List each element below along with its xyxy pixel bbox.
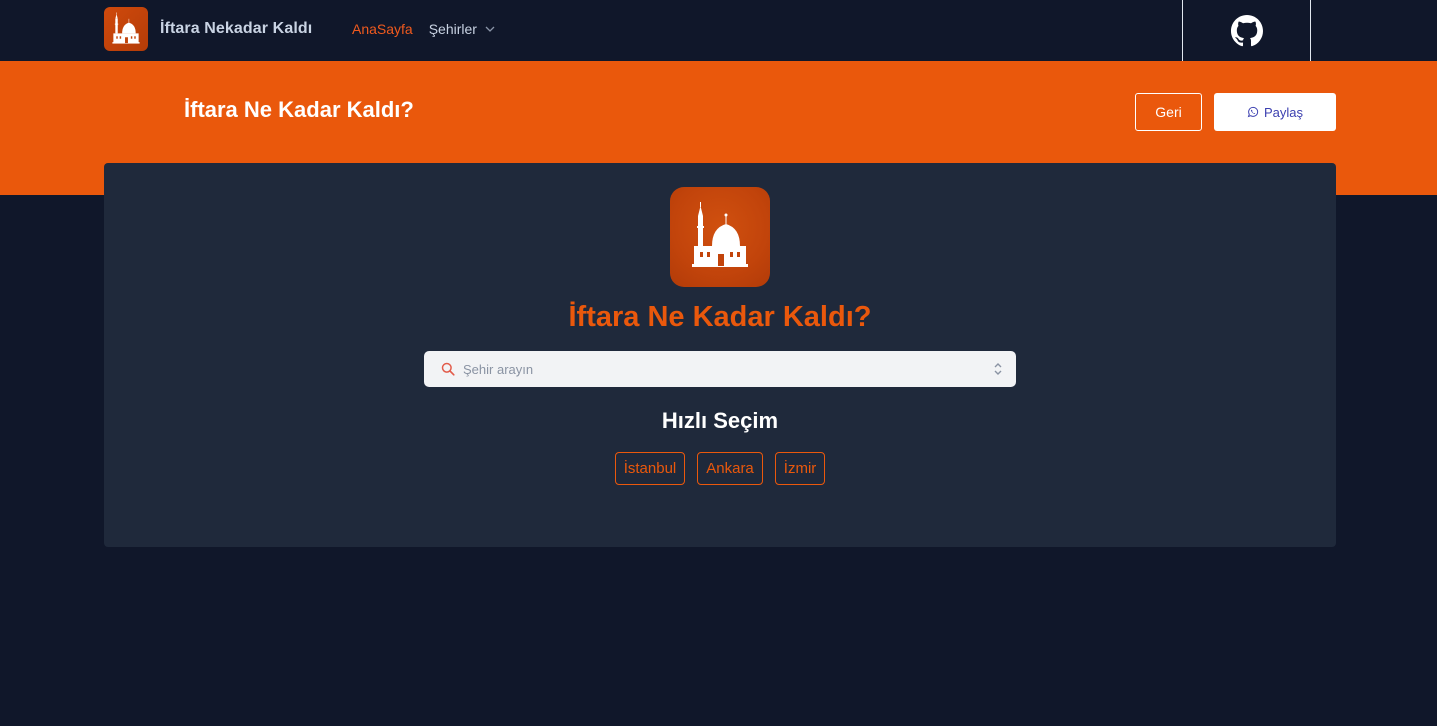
back-button[interactable]: Geri [1135, 93, 1202, 131]
nav-cities-dropdown[interactable]: Şehirler [429, 21, 495, 37]
city-chip-ankara[interactable]: Ankara [697, 452, 763, 485]
sort-arrows-icon[interactable] [993, 361, 1003, 377]
card-title: İftara Ne Kadar Kaldı? [568, 301, 872, 333]
nav-cities-label: Şehirler [428, 21, 477, 37]
city-search-input[interactable] [463, 361, 993, 377]
top-navbar: İftara Nekadar Kaldı AnaSayfa Şehirler [0, 0, 1437, 61]
hero-title: İftara Ne Kadar Kaldı? [184, 97, 414, 122]
chevron-down-icon [485, 26, 495, 32]
city-chip-istanbul[interactable]: İstanbul [614, 452, 686, 485]
whatsapp-icon [1247, 106, 1259, 118]
mosque-icon [670, 187, 770, 287]
brand-title: İftara Nekadar Kaldı [160, 20, 313, 37]
brand-link[interactable]: İftara Nekadar Kaldı [104, 7, 312, 51]
search-icon [441, 362, 455, 376]
mosque-icon [104, 7, 148, 51]
share-button[interactable]: Paylaş [1214, 93, 1336, 131]
share-button-label: Paylaş [1263, 104, 1304, 120]
github-icon [1230, 14, 1263, 46]
main-nav: AnaSayfa Şehirler [352, 21, 495, 37]
nav-home-link[interactable]: AnaSayfa [352, 21, 413, 37]
city-search-box[interactable] [424, 351, 1016, 387]
quick-select-title: Hızlı Seçim [661, 408, 779, 433]
main-card: İftara Ne Kadar Kaldı? Hızlı Seçim İstan… [104, 163, 1336, 547]
city-chip-izmir[interactable]: İzmir [774, 452, 826, 485]
github-link[interactable] [1182, 0, 1311, 61]
quick-select-list: İstanbul Ankara İzmir [104, 452, 1336, 485]
